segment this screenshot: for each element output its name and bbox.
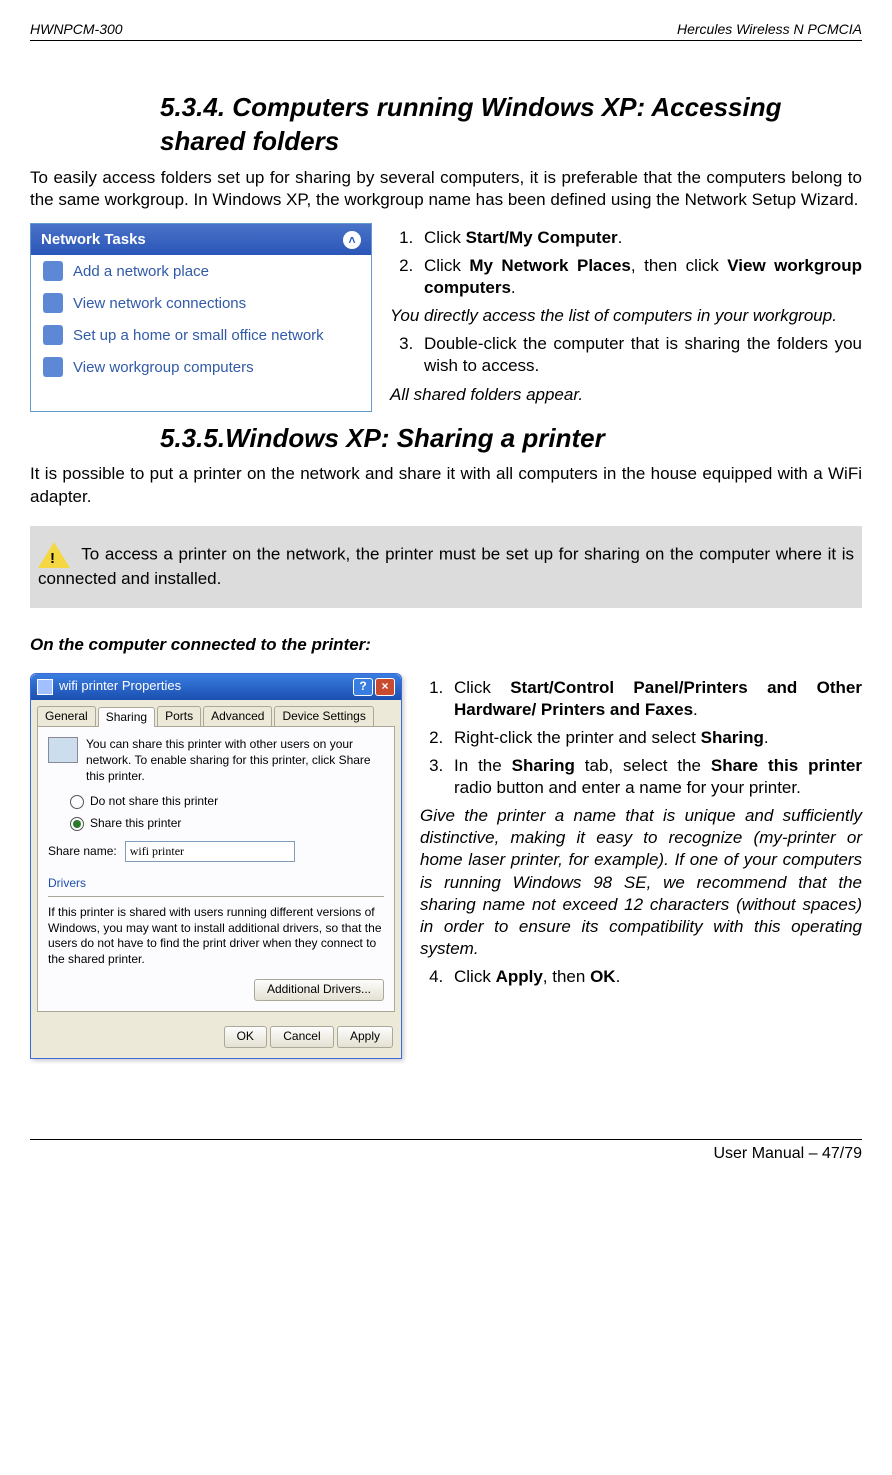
section-535-steps: Click Start/Control Panel/Printers and O… bbox=[420, 677, 862, 799]
ok-button[interactable]: OK bbox=[224, 1026, 267, 1048]
page-header: HWNPCM-300 Hercules Wireless N PCMCIA bbox=[30, 20, 862, 41]
step-item: Click Start/My Computer. bbox=[418, 227, 862, 249]
step-item: Click Apply, then OK. bbox=[448, 966, 862, 988]
section-534-intro: To easily access folders set up for shar… bbox=[30, 167, 862, 211]
step-note: All shared folders appear. bbox=[390, 384, 862, 406]
radio-do-not-share[interactable]: Do not share this printer bbox=[70, 794, 384, 810]
header-left: HWNPCM-300 bbox=[30, 20, 123, 38]
collapse-icon[interactable]: ˄ bbox=[343, 231, 361, 249]
section-534-steps-cont: Double-click the computer that is sharin… bbox=[390, 333, 862, 377]
apply-button[interactable]: Apply bbox=[337, 1026, 393, 1048]
net-task-item[interactable]: View network connections bbox=[31, 287, 371, 319]
network-tasks-panel: Network Tasks ˄ Add a network place View… bbox=[30, 223, 372, 412]
tab-device-settings[interactable]: Device Settings bbox=[274, 706, 373, 727]
place-icon bbox=[43, 261, 63, 281]
printer-icon bbox=[37, 679, 53, 695]
drivers-description: If this printer is shared with users run… bbox=[48, 905, 384, 967]
home-net-icon bbox=[43, 325, 63, 345]
network-tasks-titlebar: Network Tasks ˄ bbox=[31, 224, 371, 256]
page-footer: User Manual – 47/79 bbox=[30, 1139, 862, 1165]
subsection-heading: On the computer connected to the printer… bbox=[30, 634, 862, 656]
sharing-description: You can share this printer with other us… bbox=[86, 737, 384, 784]
step-item: Right-click the printer and select Shari… bbox=[448, 727, 862, 749]
radio-share[interactable]: Share this printer bbox=[70, 816, 384, 832]
workgroup-icon bbox=[43, 357, 63, 377]
window-title: wifi printer Properties bbox=[59, 678, 181, 695]
help-icon[interactable]: ? bbox=[353, 678, 373, 696]
share-name-input[interactable] bbox=[125, 841, 295, 862]
radio-icon bbox=[70, 795, 84, 809]
section-535-steps-cont: Click Apply, then OK. bbox=[420, 966, 862, 988]
step-item: Click Start/Control Panel/Printers and O… bbox=[448, 677, 862, 721]
printer-properties-window: wifi printer Properties ? × General Shar… bbox=[30, 673, 402, 1059]
sharing-printer-icon bbox=[48, 737, 78, 763]
tab-advanced[interactable]: Advanced bbox=[203, 706, 272, 727]
additional-drivers-button[interactable]: Additional Drivers... bbox=[254, 979, 384, 1001]
step-note: Give the printer a name that is unique a… bbox=[420, 805, 862, 960]
share-name-label: Share name: bbox=[48, 844, 117, 860]
section-534-title: 5.3.4. Computers running Windows XP: Acc… bbox=[160, 91, 862, 159]
step-item: Double-click the computer that is sharin… bbox=[418, 333, 862, 377]
tab-sharing[interactable]: Sharing bbox=[98, 707, 155, 728]
radio-icon bbox=[70, 817, 84, 831]
net-task-item[interactable]: Set up a home or small office network bbox=[31, 319, 371, 351]
close-icon[interactable]: × bbox=[375, 678, 395, 696]
section-535-title: 5.3.5.Windows XP: Sharing a printer bbox=[160, 422, 862, 456]
step-item: Click My Network Places, then click View… bbox=[418, 255, 862, 299]
step-note: You directly access the list of computer… bbox=[390, 305, 862, 327]
tab-strip: General Sharing Ports Advanced Device Se… bbox=[31, 700, 401, 727]
net-task-item[interactable]: Add a network place bbox=[31, 255, 371, 287]
drivers-group-title: Drivers bbox=[48, 876, 384, 892]
tab-ports[interactable]: Ports bbox=[157, 706, 201, 727]
header-right: Hercules Wireless N PCMCIA bbox=[677, 20, 862, 38]
net-task-item[interactable]: View workgroup computers bbox=[31, 351, 371, 383]
connections-icon bbox=[43, 293, 63, 313]
divider bbox=[48, 896, 384, 897]
window-titlebar: wifi printer Properties ? × bbox=[31, 674, 401, 700]
section-535-intro: It is possible to put a printer on the n… bbox=[30, 463, 862, 507]
warning-icon bbox=[38, 542, 70, 568]
tab-general[interactable]: General bbox=[37, 706, 96, 727]
cancel-button[interactable]: Cancel bbox=[270, 1026, 333, 1048]
warning-callout: To access a printer on the network, the … bbox=[30, 526, 862, 608]
tab-content: You can share this printer with other us… bbox=[37, 726, 395, 1012]
step-item: In the Sharing tab, select the Share thi… bbox=[448, 755, 862, 799]
network-tasks-title: Network Tasks bbox=[41, 230, 146, 250]
section-534-steps: Click Start/My Computer. Click My Networ… bbox=[390, 227, 862, 299]
